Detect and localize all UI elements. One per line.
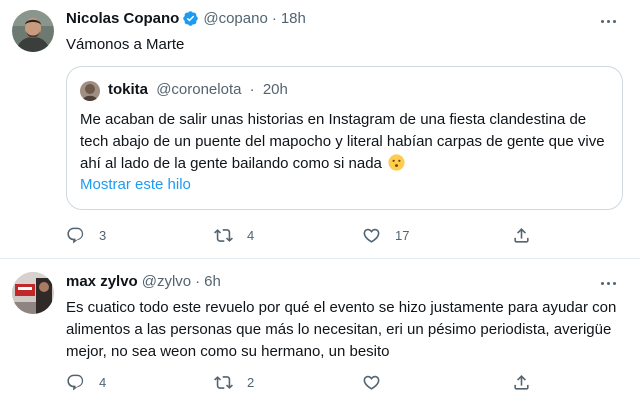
retweet-count: 2 xyxy=(247,374,255,390)
tweet-actions: 4 2 xyxy=(66,372,536,392)
timestamp[interactable]: 18h xyxy=(281,10,306,27)
show-thread-link[interactable]: Mostrar este hilo xyxy=(80,176,191,193)
author-name[interactable]: Nicolas Copano xyxy=(66,10,179,27)
like-button[interactable] xyxy=(362,372,395,392)
share-icon xyxy=(514,227,529,243)
verified-badge-icon xyxy=(182,10,199,27)
retweet-icon xyxy=(214,228,233,242)
quoted-text: Me acaban de salir unas historias en Ins… xyxy=(80,109,610,175)
tweet-actions: 3 4 17 xyxy=(66,225,536,245)
tweet-text: Vámonos a Marte xyxy=(66,36,185,53)
tweet[interactable]: max zylvo @zylvo · 6h Es cuatico todo es… xyxy=(0,258,640,415)
author-handle[interactable]: @zylvo xyxy=(142,273,191,290)
share-button[interactable] xyxy=(512,225,531,245)
timestamp[interactable]: 6h xyxy=(204,273,221,290)
share-button[interactable] xyxy=(512,372,531,392)
share-icon xyxy=(514,374,529,390)
more-icon[interactable] xyxy=(596,274,620,292)
tweet-header: max zylvo @zylvo · 6h xyxy=(66,273,221,290)
retweet-icon xyxy=(214,375,233,389)
quoted-avatar[interactable] xyxy=(80,81,100,101)
tweet-text: Es cuatico todo este revuelo por qué el … xyxy=(66,299,617,360)
heart-icon xyxy=(363,375,380,390)
separator-dot: · xyxy=(249,81,255,98)
avatar[interactable] xyxy=(12,272,54,314)
author-name[interactable]: max zylvo xyxy=(66,273,138,290)
author-handle[interactable]: @copano xyxy=(203,10,267,27)
more-icon[interactable] xyxy=(596,12,620,30)
quoted-timestamp: 20h xyxy=(262,81,288,98)
reply-icon xyxy=(67,374,84,390)
separator-dot: · xyxy=(271,10,277,27)
heart-icon xyxy=(363,228,380,243)
quoted-header: tokita @coronelota · 20h xyxy=(108,81,288,98)
quoted-author-name: tokita xyxy=(108,81,149,98)
tweet[interactable]: Nicolas Copano @copano · 18h Vámonos a M… xyxy=(0,0,640,258)
reply-button[interactable]: 4 xyxy=(66,372,106,392)
quoted-author-handle: @coronelota xyxy=(156,81,242,98)
reply-button[interactable]: 3 xyxy=(66,225,106,245)
quoted-tweet[interactable]: tokita @coronelota · 20h Me acaban de sa… xyxy=(66,66,623,210)
reply-count: 4 xyxy=(99,374,107,390)
retweet-button[interactable]: 2 xyxy=(214,372,254,392)
like-count: 17 xyxy=(395,227,410,243)
retweet-count: 4 xyxy=(247,227,255,243)
like-button[interactable]: 17 xyxy=(362,225,409,245)
reply-count: 3 xyxy=(99,227,107,243)
tweet-header: Nicolas Copano @copano · 18h xyxy=(66,10,306,27)
retweet-button[interactable]: 4 xyxy=(214,225,254,245)
hushed-face-emoji xyxy=(388,154,405,171)
reply-icon xyxy=(67,227,84,243)
avatar[interactable] xyxy=(12,10,54,52)
quoted-text-body: Me acaban de salir unas historias en Ins… xyxy=(80,111,605,172)
separator-dot: · xyxy=(195,273,201,290)
